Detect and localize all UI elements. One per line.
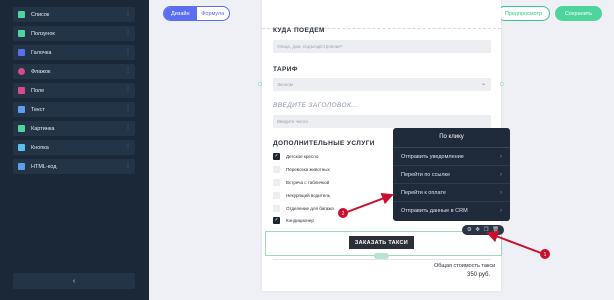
extra-option[interactable]: Отделение для багажа [273,204,334,212]
sidebar-item-label: Ползунок [31,30,55,37]
sidebar-item-label: Флажок [31,68,51,75]
sidebar-item-label: HTML-код [31,163,57,170]
checkbox[interactable] [273,191,280,199]
sidebar-item-label: Список [31,11,50,18]
row-handle-right[interactable] [500,82,504,86]
slider-icon [18,30,25,37]
preview-button[interactable]: Предпросмотр [497,6,550,21]
total-label: Общая стоимость такси [434,263,496,269]
copy-icon[interactable]: ❐ [484,227,489,233]
row-handle-left[interactable] [258,82,262,86]
sidebar-item-radio[interactable]: Флажок ⋮ [13,64,135,79]
extra-option-label: Встреча с табличкой [286,179,330,185]
image-icon [18,125,25,132]
sidebar-item-slider[interactable]: Ползунок ⋮ [13,26,135,41]
popup-item-link[interactable]: Перейти по ссылке › [393,166,510,184]
sidebar-item-label: Галочка [31,49,52,56]
popup-item-label: Отправить уведомление [401,153,464,160]
number-input[interactable]: Введите число [273,115,491,128]
popup-item-payment[interactable]: Перейти к оплате › [393,184,510,202]
extra-option[interactable]: Перевозка животных [273,165,330,173]
sidebar-item-button[interactable]: Кнопка ⋮ [13,140,135,155]
save-button[interactable]: Сохранить [555,6,602,21]
collapse-sidebar-button[interactable]: ‹ [13,273,135,289]
checkbox[interactable] [273,178,280,186]
chevron-right-icon: › [500,171,502,178]
drag-handle-icon[interactable]: ⋮ [125,67,131,74]
sidebar: Список ⋮ Ползунок ⋮ Галочка ⋮ Флажок ⋮ П… [0,0,149,300]
extra-option[interactable]: Встреча с табличкой [273,178,329,186]
popup-item-notify[interactable]: Отправить уведомление › [393,148,510,166]
drag-handle-icon[interactable]: ⋮ [125,143,131,150]
sidebar-item-image[interactable]: Картинка ⋮ [13,121,135,136]
drag-handle-icon[interactable]: ⋮ [125,124,131,131]
trash-icon[interactable]: 🗑 [492,227,499,233]
drag-handle-icon[interactable]: ⋮ [125,105,131,112]
sidebar-item-checkbox[interactable]: Галочка ⋮ [13,45,135,60]
extra-option-label: Детское кресло [286,153,319,159]
on-click-popup: По клику Отправить уведомление › Перейти… [393,128,510,221]
button-icon [18,144,25,151]
tariff-select[interactable]: Эконом ⌄ [273,78,491,91]
list-icon [18,11,25,18]
mode-tabs: Дизайн Формула [163,6,230,21]
extra-option[interactable]: ✓ Детское кресло [273,152,318,160]
field-icon [18,87,25,94]
drag-handle-icon[interactable]: ⋮ [125,162,131,169]
sidebar-item-label: Картинка [31,125,55,132]
extra-option-label: Перевозка животных [286,166,330,172]
settings-icon[interactable]: ⚙ [467,227,472,233]
sidebar-item-html[interactable]: HTML-код ⋮ [13,159,135,174]
annotation-marker-1 [540,249,550,259]
chevron-right-icon: › [500,208,502,214]
sidebar-item-label: Кнопка [31,144,49,151]
radio-icon [18,68,25,75]
checkbox[interactable] [273,165,280,173]
chevron-right-icon: › [500,189,502,196]
sidebar-item-label: Текст [31,106,45,113]
extra-option[interactable]: ✓ Кондиционер [273,216,314,224]
popup-title: По клику [439,134,464,140]
tab-formula[interactable]: Формула [197,7,230,20]
extra-option-label: Отделение для багажа [286,205,334,211]
annotation-label-1: 1 [544,252,547,258]
sidebar-item-label: Поле [31,87,45,94]
order-taxi-button[interactable]: ЗАКАЗАТЬ ТАКСИ [349,236,414,249]
tab-design[interactable]: Дизайн [164,7,197,20]
chevron-down-icon: ⌄ [480,81,486,87]
extra-option-label: Кондиционер [286,217,314,223]
checkbox[interactable] [273,204,280,212]
sidebar-item-list[interactable]: Список ⋮ [13,7,135,22]
extra-option[interactable]: Некурящий водитель [273,191,330,199]
html-icon [18,163,25,170]
popup-item-label: Перейти к оплате [401,189,446,196]
heading-placeholder[interactable]: ВВЕДИТЕ ЗАГОЛОВОК... [273,102,358,109]
checkbox-checked[interactable]: ✓ [273,216,280,224]
section-title-tariff: ТАРИФ [273,66,298,73]
checkbox-icon [18,49,25,56]
chevron-right-icon: › [500,153,502,160]
extra-option-label: Некурящий водитель [286,192,331,198]
drag-handle-icon[interactable]: ⋮ [125,10,131,17]
address-input[interactable]: Улица, дом, подъезд/строение* [273,40,491,53]
popup-item-label: Перейти по ссылке [401,171,451,178]
section-title-where: КУДА ПОЕДЕМ [273,27,325,34]
tariff-select-value: Эконом [277,82,293,87]
popup-item-crm[interactable]: Отправить данные в CRM › [393,202,510,220]
text-icon [18,106,25,113]
section-title-extras: ДОПОЛНИТЕЛЬНЫЕ УСЛУГИ [273,140,375,147]
popup-item-label: Отправить данные в CRM [401,208,468,214]
drag-handle-icon[interactable]: ⋮ [125,86,131,93]
checkbox-checked[interactable]: ✓ [273,152,280,160]
sidebar-item-field[interactable]: Поле ⋮ [13,83,135,98]
sidebar-item-text[interactable]: Текст ⋮ [13,102,135,117]
total-divider [273,259,491,260]
element-toolbar: ⚙ ✥ ❐ 🗑 [462,225,504,235]
total-value: 350 руб. [467,272,491,278]
drag-handle-icon[interactable]: ⋮ [125,29,131,36]
chevron-left-icon: ‹ [72,277,76,285]
drag-icon[interactable]: ✥ [475,227,480,233]
drag-handle-icon[interactable]: ⋮ [125,48,131,55]
